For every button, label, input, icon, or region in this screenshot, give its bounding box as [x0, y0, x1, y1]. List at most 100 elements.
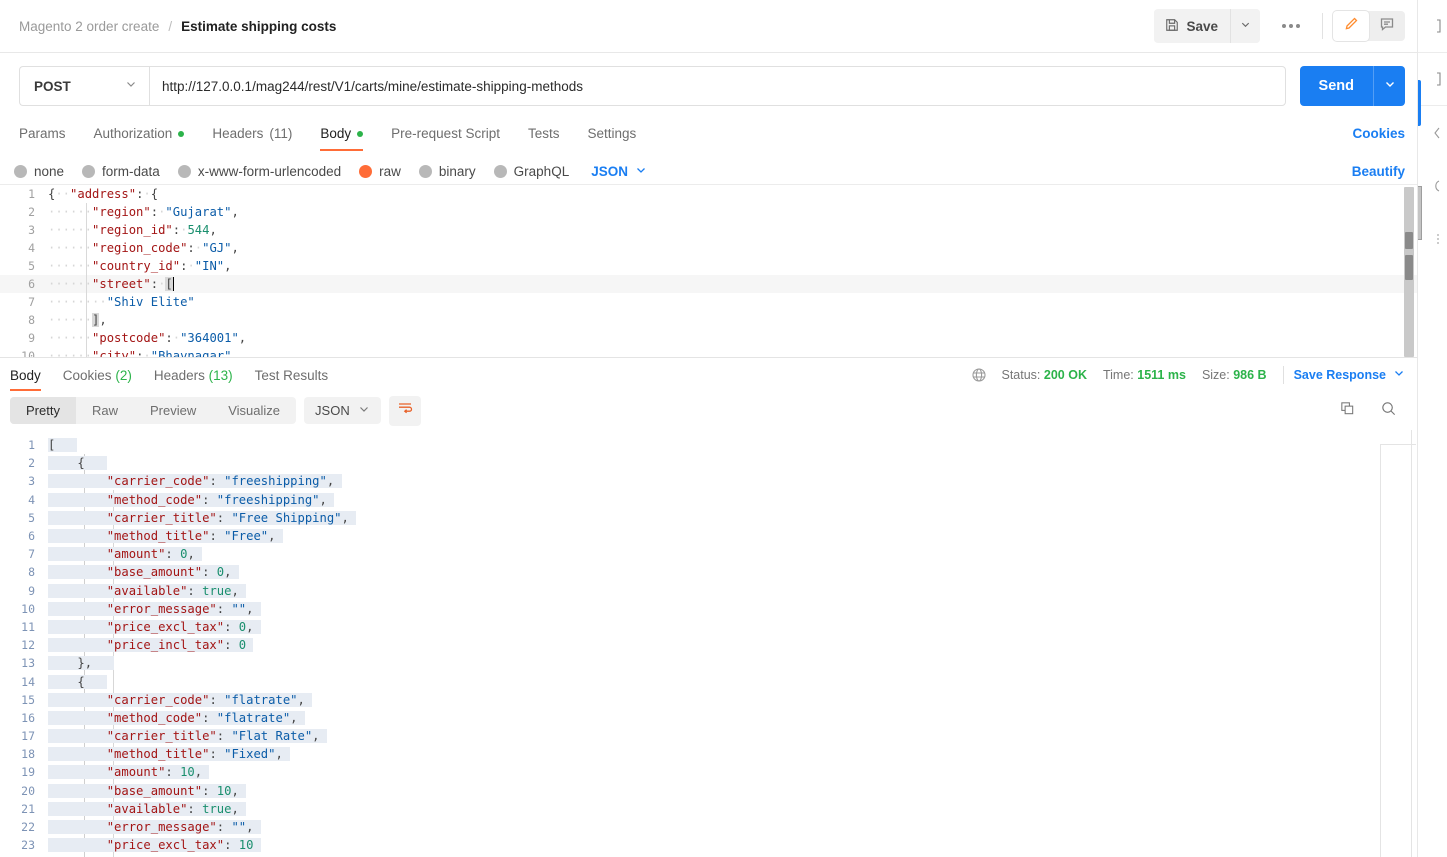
code-line: 5 "carrier_title": "Free Shipping",: [0, 509, 1417, 527]
line-number: 22: [21, 820, 35, 835]
request-editor-scroll-thumb-2[interactable]: [1405, 255, 1413, 280]
info-icon[interactable]: [1425, 216, 1441, 262]
tab-settings[interactable]: Settings: [587, 126, 636, 151]
toolbar-divider: [1322, 13, 1323, 39]
edit-mode-button[interactable]: [1333, 11, 1369, 41]
beautify-link[interactable]: Beautify: [1352, 164, 1405, 179]
copy-icon[interactable]: [1339, 400, 1356, 422]
postman-app: Magento 2 order create / Estimate shippi…: [0, 0, 1447, 857]
send-options-button[interactable]: [1373, 66, 1405, 106]
code-line: 9 ······"postcode":·"364001",: [0, 329, 1417, 347]
cookies-link[interactable]: Cookies: [1352, 126, 1405, 151]
globe-icon: [971, 367, 987, 383]
line-number: 1: [28, 438, 35, 453]
body-type-graphql[interactable]: GraphQL: [493, 164, 569, 179]
word-wrap-button[interactable]: [388, 395, 421, 426]
response-body-viewer[interactable]: 1 [ 2 { 3 "carrier_code": "freeshipping"…: [0, 430, 1417, 857]
body-type-binary[interactable]: binary: [418, 163, 476, 179]
chevron-down-icon: [635, 164, 647, 179]
tab-label: Test Results: [254, 367, 329, 383]
view-mode-visualize[interactable]: Visualize: [212, 397, 296, 424]
more-actions-button[interactable]: [1270, 16, 1312, 36]
radio-icon: [14, 164, 27, 178]
request-tabs: Params Authorization Headers (11) Body P…: [0, 117, 1417, 151]
send-button[interactable]: Send: [1300, 66, 1373, 106]
code-line: 5 ······"country_id":·"IN",: [0, 257, 1417, 275]
tab-authorization[interactable]: Authorization: [94, 126, 185, 151]
code-line: 17 "carrier_title": "Flat Rate",: [0, 727, 1417, 745]
save-button[interactable]: Save: [1154, 10, 1230, 42]
code-line: 4 ······"region_code":·"GJ",: [0, 239, 1417, 257]
radio-icon: [418, 164, 432, 178]
text-cursor: [172, 277, 174, 291]
tab-label: Params: [19, 126, 66, 141]
request-url-input[interactable]: [149, 66, 1286, 106]
line-number: 3: [28, 474, 35, 489]
chevron-down-icon: [125, 77, 137, 95]
line-number: 17: [21, 729, 35, 744]
body-type-label: form-data: [102, 163, 160, 179]
request-format-label: JSON: [591, 163, 628, 179]
circle-icon[interactable]: [1424, 163, 1442, 209]
http-method-select[interactable]: POST: [19, 66, 149, 106]
chevron-down-icon: [1393, 367, 1405, 382]
tab-params[interactable]: Params: [19, 126, 66, 151]
body-type-form-data[interactable]: form-data: [82, 164, 160, 179]
line-number: 9: [28, 583, 35, 598]
code-line: 8 "base_amount": 0,: [0, 563, 1417, 581]
response-edge-line-2: [1411, 430, 1412, 857]
tab-headers[interactable]: Headers (11): [212, 126, 292, 151]
tab-label: Authorization: [93, 126, 173, 141]
body-type-label: raw: [379, 163, 401, 179]
status-dot-icon: [357, 130, 364, 137]
status-dot-icon: [178, 130, 185, 137]
response-tab-body[interactable]: Body: [10, 359, 41, 391]
floppy-disk-icon: [1165, 18, 1179, 35]
body-type-row: none form-data x-www-form-urlencoded raw…: [0, 151, 1417, 184]
search-icon[interactable]: [1380, 400, 1397, 422]
view-mode-preview[interactable]: Preview: [134, 397, 212, 424]
line-number: 1: [28, 187, 35, 201]
view-mode-pretty[interactable]: Pretty: [10, 397, 76, 424]
line-number: 8: [28, 565, 35, 580]
body-type-label: binary: [438, 163, 476, 179]
request-body-editor[interactable]: 1 {··"address":·{ 2 ······"region":·"Guj…: [0, 184, 1417, 358]
sidebar-scroll-indicator[interactable]: [1418, 186, 1422, 240]
code-line: 1 [: [0, 436, 1417, 454]
request-format-select[interactable]: JSON: [591, 164, 647, 179]
body-type-none[interactable]: none: [14, 164, 64, 179]
response-tab-headers[interactable]: Headers (13): [154, 359, 233, 391]
breadcrumb: Magento 2 order create / Estimate shippi…: [19, 19, 336, 34]
save-options-button[interactable]: [1230, 9, 1260, 43]
time-value: 1511 ms: [1137, 367, 1186, 382]
breadcrumb-parent[interactable]: Magento 2 order create: [19, 19, 159, 34]
chevron-left-icon[interactable]: [1424, 110, 1442, 156]
tab-pre-request-script[interactable]: Pre-request Script: [391, 126, 500, 151]
request-editor-scroll-thumb[interactable]: [1405, 232, 1413, 249]
line-number: 21: [21, 801, 35, 816]
line-number: 11: [21, 619, 35, 634]
view-mode-raw[interactable]: Raw: [76, 397, 134, 424]
tab-tests[interactable]: Tests: [528, 126, 560, 151]
comment-button[interactable]: [1369, 11, 1405, 41]
response-tab-test-results[interactable]: Test Results: [255, 359, 329, 391]
response-view-modes: Pretty Raw Preview Visualize: [10, 397, 297, 424]
response-format-select[interactable]: JSON: [304, 397, 381, 424]
save-button-label: Save: [1186, 18, 1218, 34]
tab-body[interactable]: Body: [320, 126, 364, 151]
time-label: Time:: [1102, 367, 1134, 382]
body-type-label: x-www-form-urlencoded: [197, 163, 342, 179]
response-tab-cookies[interactable]: Cookies (2): [63, 359, 132, 391]
size-label: Size:: [1201, 367, 1230, 382]
code-line: 10 "error_message": "",: [0, 600, 1417, 618]
save-response-button[interactable]: Save Response: [1294, 367, 1405, 382]
line-number: 20: [21, 783, 35, 798]
sidebar-active-indicator[interactable]: [1418, 80, 1421, 126]
code-line: 2 {: [0, 454, 1417, 472]
brackets-icon[interactable]: [1424, 3, 1442, 49]
send-group: Send: [1299, 66, 1405, 106]
body-type-urlencoded[interactable]: x-www-form-urlencoded: [177, 163, 342, 179]
body-type-raw[interactable]: raw: [359, 164, 401, 179]
brackets-icon[interactable]: [1424, 56, 1442, 102]
line-number: 7: [28, 295, 35, 309]
